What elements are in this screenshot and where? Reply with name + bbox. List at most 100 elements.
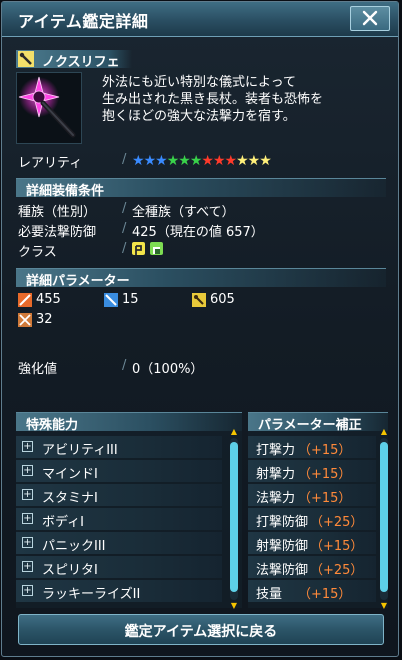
- ranged-attack-value: 15: [122, 292, 139, 307]
- param-bonus-value: （+15）: [298, 467, 352, 482]
- scroll-down-arrow-icon[interactable]: ▼: [380, 602, 388, 610]
- divider-slash: /: [122, 201, 127, 216]
- grind-label: 強化値: [18, 362, 58, 377]
- param-bonus-scroll-thumb[interactable]: [380, 442, 388, 592]
- param-bonus-value: （+15）: [298, 587, 352, 602]
- ability-row[interactable]: + マインドI: [16, 460, 222, 482]
- grind-value: 0（100%）: [132, 362, 204, 377]
- param-bonus-label: 技量: [256, 587, 283, 602]
- param-bonus-panel-header: パラメーター補正: [248, 412, 388, 433]
- rarity-star-icon: ★: [178, 153, 191, 169]
- scroll-up-arrow-icon[interactable]: ▲: [230, 428, 238, 436]
- param-bonus-value: （+15）: [298, 491, 352, 506]
- tech-def-value: 425（現在の値 657）: [132, 225, 264, 240]
- param-bonus-row: 射撃防御 （+15）: [248, 532, 376, 554]
- param-bonus-label: 法撃力: [256, 491, 296, 506]
- expand-plus-icon[interactable]: +: [22, 465, 33, 476]
- ability-row[interactable]: + スピリタI: [16, 556, 222, 578]
- requirements-section-header: 詳細装備条件: [16, 178, 386, 199]
- ability-label: スタミナI: [42, 491, 98, 506]
- param-bonus-header-text: パラメーター補正: [258, 418, 362, 433]
- ability-label: スピリタI: [42, 563, 98, 578]
- rarity-star-icon: ★: [224, 153, 238, 169]
- expand-plus-icon[interactable]: +: [22, 441, 33, 452]
- param-bonus-value: （+25）: [310, 515, 364, 530]
- abilities-scrollbar[interactable]: ▲ ▼: [230, 428, 238, 610]
- divider-slash: /: [122, 221, 127, 236]
- nox-rifell-image: [18, 76, 76, 138]
- rarity-star-icon: ★: [166, 153, 180, 169]
- ability-row[interactable]: + アビリティIII: [16, 436, 222, 458]
- close-button[interactable]: [350, 6, 390, 31]
- param-bonus-label: 打撃力: [256, 443, 296, 458]
- item-image: [16, 72, 82, 144]
- race-value: 全種族（すべて）: [132, 205, 235, 220]
- abilities-header-text: 特殊能力: [26, 418, 79, 433]
- back-button-label: 鑑定アイテム選択に戻る: [124, 624, 278, 640]
- back-to-selection-button[interactable]: 鑑定アイテム選択に戻る: [18, 614, 384, 645]
- tech-def-label: 必要法撃防御: [18, 225, 97, 240]
- param-bonus-scrollbar[interactable]: ▲ ▼: [380, 428, 388, 610]
- requirements-header-text: 詳細装備条件: [26, 184, 105, 199]
- abilities-panel-header: 特殊能力: [16, 412, 242, 433]
- param-bonus-label: 法撃防御: [256, 563, 309, 578]
- ability-row[interactable]: + パニックIII: [16, 532, 222, 554]
- rod-weapon-icon: [18, 51, 34, 67]
- param-bonus-value: （+15）: [298, 443, 352, 458]
- item-description: 外法にも近い特別な儀式によって 生み出された黒き長杖。装者も恐怖を 抱くほどの強…: [102, 74, 382, 125]
- melee-attack-icon: [18, 293, 32, 307]
- ability-row[interactable]: + ボディI: [16, 508, 222, 530]
- rarity-star-icon: ★: [247, 153, 261, 169]
- window-title: アイテム鑑定詳細: [18, 12, 149, 31]
- ability-row[interactable]: + ラッキーライズII: [16, 580, 222, 602]
- rarity-star-icon: ★: [143, 153, 157, 169]
- rarity-stars: ★★★★★★★★★★★★: [132, 153, 272, 169]
- expand-plus-icon[interactable]: +: [22, 561, 33, 572]
- item-name-header: ノクスリフェル: [16, 50, 132, 89]
- scroll-down-arrow-icon[interactable]: ▼: [230, 602, 238, 610]
- expand-plus-icon[interactable]: +: [22, 585, 33, 596]
- rarity-label: レアリティ: [18, 156, 83, 171]
- ability-label: ラッキーライズII: [42, 587, 141, 602]
- description-line: 抱くほどの強大な法撃力を宿す。: [102, 109, 296, 124]
- scroll-up-arrow-icon[interactable]: ▲: [380, 428, 388, 436]
- param-bonus-label: 射撃防御: [256, 539, 309, 554]
- expand-plus-icon[interactable]: +: [22, 489, 33, 500]
- param-bonus-row: 打撃防御 （+25）: [248, 508, 376, 530]
- rarity-star-icon: ★: [155, 153, 168, 169]
- param-bonus-row: 打撃力 （+15）: [248, 436, 376, 458]
- tech-attack-value: 605: [210, 292, 235, 307]
- item-appraisal-window: アイテム鑑定詳細 ノクスリフェル: [1, 1, 399, 657]
- divider-slash: /: [122, 241, 127, 256]
- ranged-attack-icon: [104, 293, 118, 307]
- param-bonus-label: 打撃防御: [256, 515, 309, 530]
- ability-label: ボディI: [42, 515, 84, 530]
- ability-row[interactable]: + スタミナI: [16, 484, 222, 506]
- ability-label: パニックIII: [42, 539, 106, 554]
- abilities-scroll-thumb[interactable]: [230, 442, 238, 592]
- description-line: 生み出された黒き長杖。装者も恐怖を: [102, 92, 324, 107]
- divider-slash: /: [122, 358, 127, 373]
- rarity-star-icon: ★: [201, 153, 214, 169]
- techer-class-icon: [150, 242, 163, 255]
- rarity-star-icon: ★: [189, 153, 203, 169]
- special-abilities-panel: 特殊能力 + アビリティIII + マインドI + スタミナI + ボディI + パニックIII +…: [16, 412, 242, 610]
- melee-attack-value: 455: [36, 292, 61, 307]
- title-bar: アイテム鑑定詳細: [2, 2, 398, 37]
- race-label: 種族（性別）: [18, 205, 97, 220]
- rarity-star-icon: ★: [236, 153, 249, 169]
- parameters-section-header: 詳細パラメーター: [16, 268, 386, 289]
- param-bonus-row: 法撃防御 （+25）: [248, 556, 376, 578]
- expand-plus-icon[interactable]: +: [22, 537, 33, 548]
- rarity-star-icon: ★: [212, 153, 226, 169]
- param-bonus-row: 射撃力 （+15）: [248, 460, 376, 482]
- param-bonus-value: （+15）: [310, 539, 364, 554]
- parameters-header-text: 詳細パラメーター: [26, 274, 130, 289]
- rarity-star-icon: ★: [259, 153, 272, 169]
- ability-label: アビリティIII: [42, 443, 118, 458]
- param-bonus-row: 法撃力 （+15）: [248, 484, 376, 506]
- force-class-icon: [132, 242, 145, 255]
- close-icon: [362, 10, 378, 26]
- ability-label: マインドI: [42, 467, 98, 482]
- expand-plus-icon[interactable]: +: [22, 513, 33, 524]
